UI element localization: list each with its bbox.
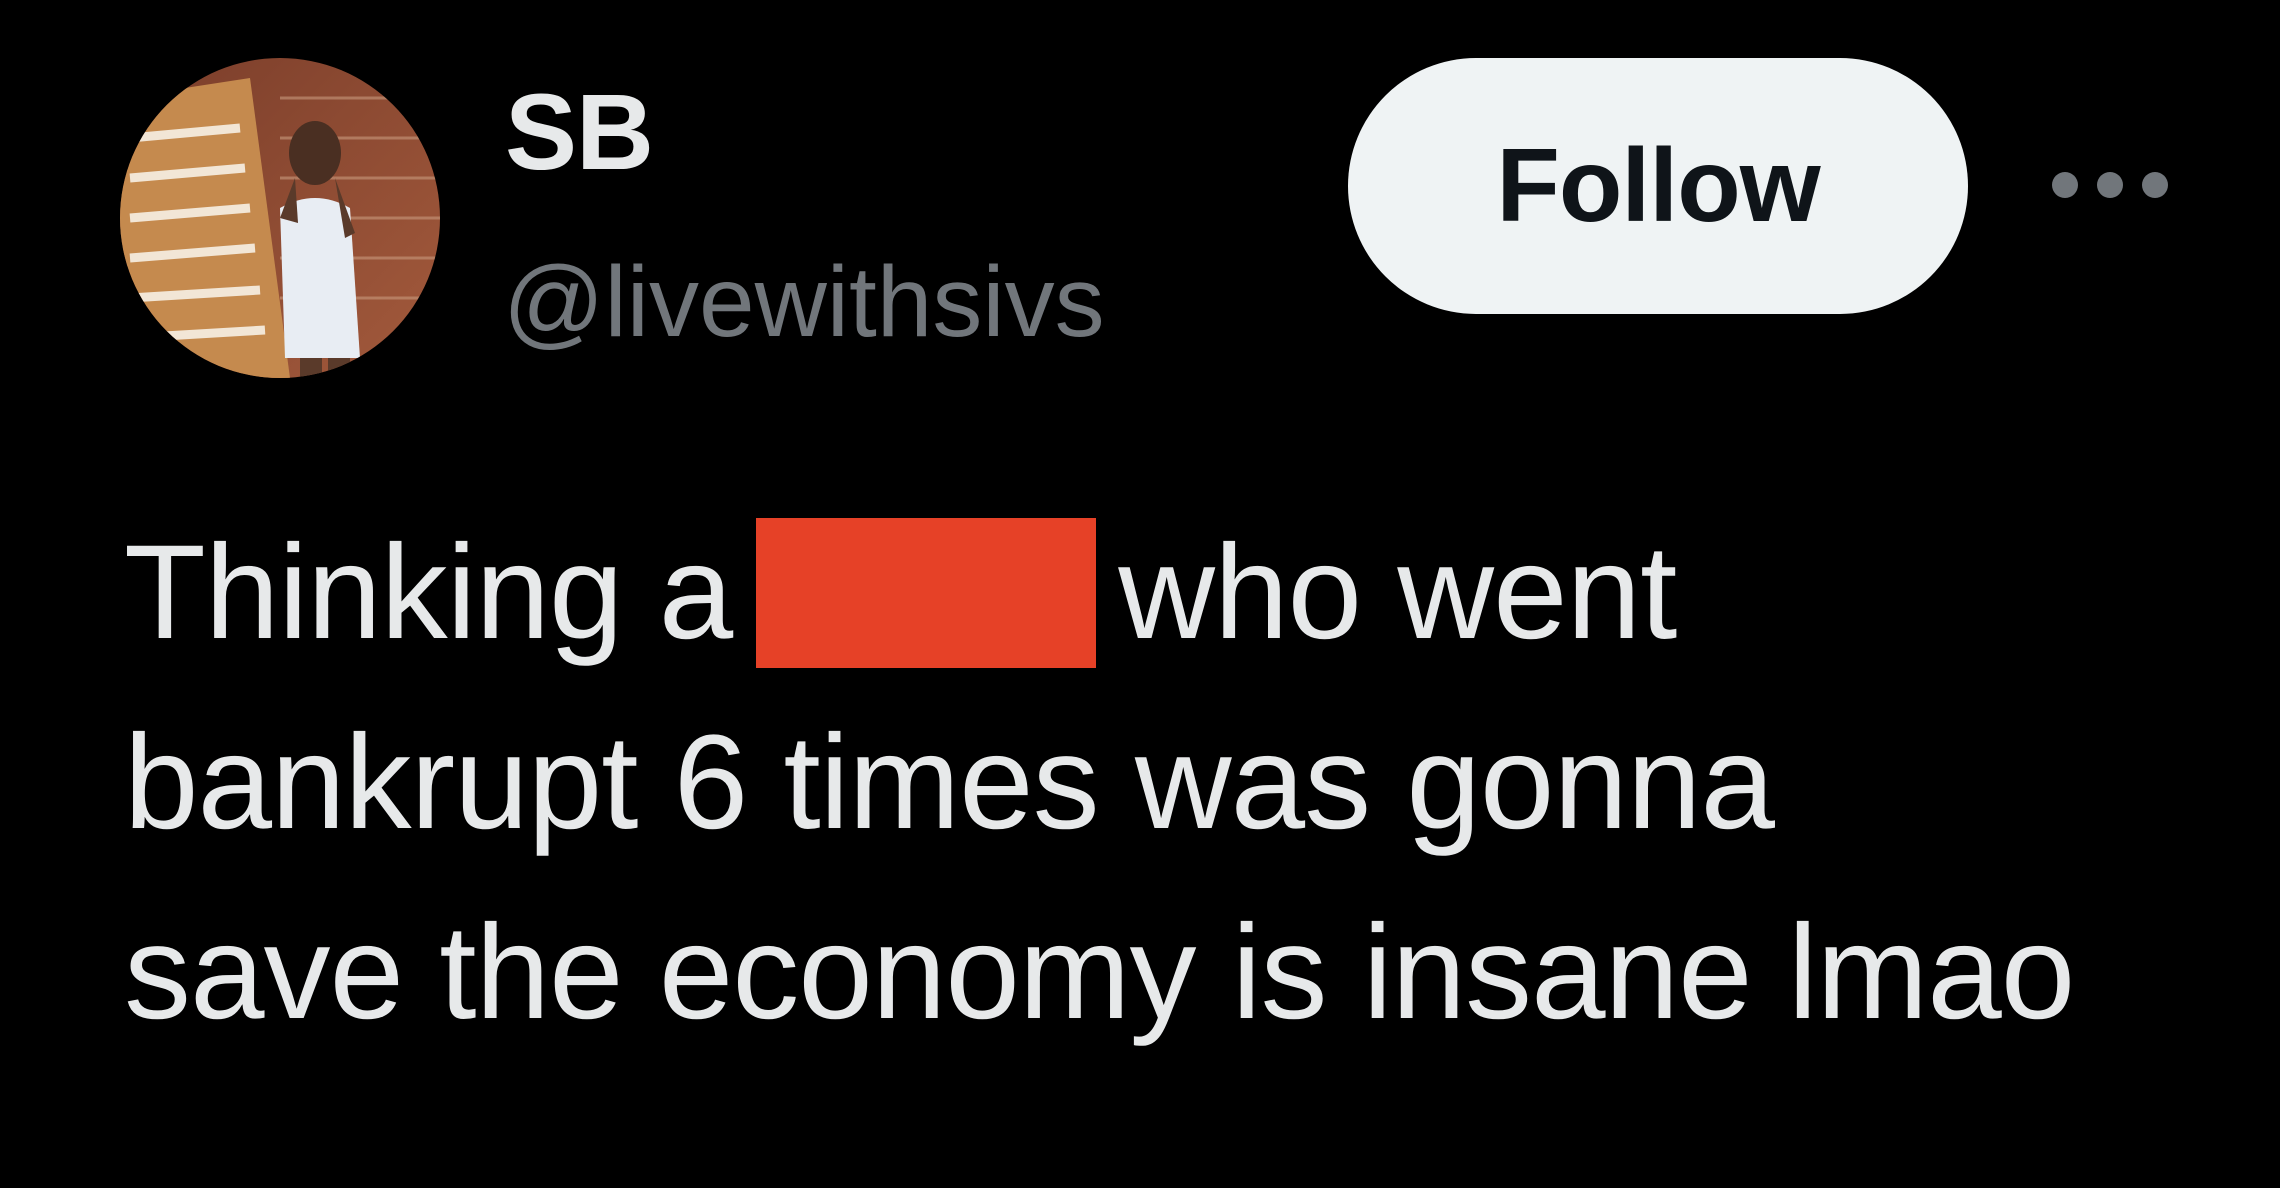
more-options-button[interactable] (2040, 150, 2180, 220)
avatar[interactable] (120, 58, 440, 378)
tweet-card: SB @livewithsivs Follow Thinking a who we… (0, 0, 2280, 1188)
author-handle[interactable]: @livewithsivs (503, 246, 1105, 358)
redaction-box (756, 518, 1097, 668)
tweet-text-line-1: Thinking a who went (124, 498, 2244, 688)
tweet-text: Thinking a who went bankrupt 6 times was … (124, 498, 2244, 1068)
author-display-name[interactable]: SB (505, 72, 654, 192)
tweet-text-segment: Thinking a (124, 518, 733, 667)
tweet-text-line-2: bankrupt 6 times was gonna (124, 708, 1775, 857)
tweet-text-segment: who went (1118, 518, 1677, 667)
follow-button[interactable]: Follow (1348, 58, 1968, 314)
profile-photo-icon (120, 58, 440, 378)
more-horizontal-icon (2052, 172, 2168, 198)
tweet-text-line-3: save the economy is insane lmao (124, 898, 2075, 1047)
